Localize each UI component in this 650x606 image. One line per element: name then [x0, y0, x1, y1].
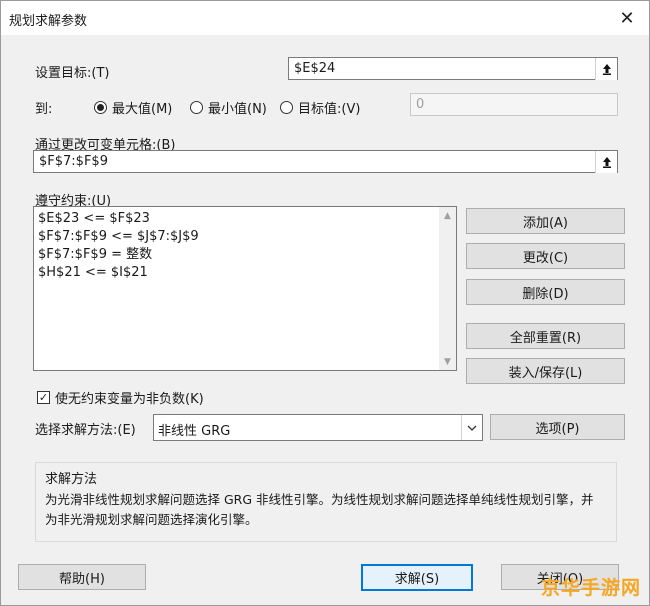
non-negative-checkbox[interactable]: ✓ 使无约束变量为非负数(K) — [37, 388, 204, 407]
method-select[interactable]: 非线性 GRG — [153, 414, 483, 441]
objective-value: $E$24 — [294, 61, 336, 76]
radio-target-indicator — [280, 101, 293, 114]
constraint-item[interactable]: $E$23 <= $F$23 — [34, 210, 456, 228]
constraint-item[interactable]: $F$7:$F$9 = 整数 — [34, 246, 456, 264]
to-label: 到: — [35, 102, 53, 117]
reset-all-button[interactable]: 全部重置(R) — [466, 323, 625, 349]
constraint-item[interactable]: $H$21 <= $I$21 — [34, 264, 456, 282]
title-bar: 规划求解参数 ✕ — [1, 1, 649, 35]
solving-method-group: 求解方法 为光滑非线性规划求解问题选择 GRG 非线性引擎。为线性规划求解问题选… — [35, 462, 617, 542]
scroll-down-icon[interactable]: ▼ — [439, 353, 456, 370]
options-button[interactable]: 选项(P) — [490, 414, 625, 440]
constraint-item[interactable]: $F$7:$F$9 <= $J$7:$J$9 — [34, 228, 456, 246]
collapse-dialog-icon[interactable] — [595, 151, 617, 173]
delete-constraint-button[interactable]: 删除(D) — [466, 279, 625, 305]
radio-max-indicator — [94, 101, 107, 114]
radio-min-label: 最小值(N) — [208, 102, 267, 117]
scroll-up-icon[interactable]: ▲ — [439, 207, 456, 224]
radio-max-label: 最大值(M) — [112, 102, 173, 117]
variable-cells-input[interactable]: $F$7:$F$9 — [33, 150, 618, 173]
objective-input[interactable]: $E$24 — [288, 57, 618, 80]
load-save-button[interactable]: 装入/保存(L) — [466, 358, 625, 384]
solver-parameters-dialog: 规划求解参数 ✕ 设置目标:(T) $E$24 到: 最大值(M) 最小值(N)… — [0, 0, 650, 606]
collapse-dialog-icon[interactable] — [595, 58, 617, 80]
method-description: 为光滑非线性规划求解问题选择 GRG 非线性引擎。为线性规划求解问题选择单纯线性… — [45, 492, 594, 527]
group-title: 求解方法 — [45, 472, 98, 487]
method-label: 选择求解方法:(E) — [35, 423, 136, 438]
constraints-list[interactable]: $E$23 <= $F$23 $F$7:$F$9 <= $J$7:$J$9 $F… — [33, 206, 457, 371]
help-button[interactable]: 帮助(H) — [18, 564, 146, 590]
target-value-input[interactable]: 0 — [410, 93, 618, 116]
radio-target-label: 目标值:(V) — [298, 102, 361, 117]
radio-target-value[interactable]: 目标值:(V) — [280, 98, 360, 117]
constraints-scrollbar[interactable]: ▲ ▼ — [439, 207, 456, 370]
checkmark-icon: ✓ — [37, 391, 50, 404]
objective-label: 设置目标:(T) — [35, 66, 110, 81]
change-constraint-button[interactable]: 更改(C) — [466, 243, 625, 269]
method-value: 非线性 GRG — [158, 424, 231, 439]
non-negative-label: 使无约束变量为非负数(K) — [55, 392, 204, 407]
chevron-down-icon[interactable] — [461, 415, 482, 440]
radio-min-indicator — [190, 101, 203, 114]
radio-max[interactable]: 最大值(M) — [94, 98, 172, 117]
solve-button[interactable]: 求解(S) — [361, 564, 473, 591]
close-icon[interactable]: ✕ — [613, 5, 641, 31]
watermark-logo: 京华手游网 — [541, 577, 642, 599]
target-value: 0 — [416, 97, 425, 112]
variable-cells-value: $F$7:$F$9 — [39, 154, 108, 169]
radio-min[interactable]: 最小值(N) — [190, 98, 267, 117]
window-title: 规划求解参数 — [9, 14, 88, 29]
add-constraint-button[interactable]: 添加(A) — [466, 208, 625, 234]
